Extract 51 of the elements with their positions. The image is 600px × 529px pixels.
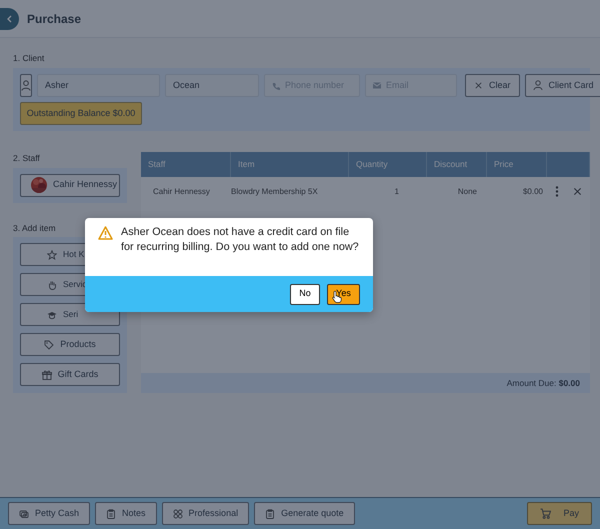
- pay-button[interactable]: Pay: [527, 502, 592, 525]
- table-cell-text: $0.00: [522, 186, 544, 198]
- column-header: Item: [238, 158, 255, 171]
- column-header: Quantity: [356, 158, 388, 171]
- page-title: Purchase: [27, 10, 82, 28]
- toolbar-button[interactable]: Generate quote: [254, 502, 355, 525]
- table-cell: Blowdry Membership 5X: [231, 186, 318, 198]
- phone-icon: [272, 82, 280, 90]
- toolbar-button[interactable]: Professional: [162, 502, 250, 525]
- person-button[interactable]: [20, 74, 32, 97]
- person-icon: [532, 80, 542, 90]
- toolbar-button[interactable]: Petty Cash: [8, 502, 90, 525]
- back-button[interactable]: [0, 8, 19, 30]
- chevron-left-icon: [6, 14, 14, 22]
- more-icon[interactable]: [555, 186, 559, 198]
- grid-icon: [172, 508, 183, 518]
- clear-button[interactable]: Clear: [465, 74, 520, 97]
- table-cell-text: None: [458, 186, 478, 198]
- star-icon: [47, 250, 57, 260]
- section-label: 3. Add item: [13, 222, 56, 234]
- dialog-message: Asher Ocean does not have a credit card on file for recurring billing. Do you want to add one now?: [121, 225, 359, 255]
- hand-icon: [47, 280, 57, 290]
- table-cell: Cahir Hennessy: [153, 186, 210, 198]
- client-card-button[interactable]: Client Card: [524, 74, 600, 97]
- add-item-button[interactable]: Gift Cards: [20, 363, 120, 386]
- cart-icon: [540, 508, 552, 519]
- table-cell-text: 1: [394, 186, 400, 198]
- section-label: 2. Staff: [13, 152, 40, 164]
- staff-button[interactable]: Cahir Hennessy: [20, 174, 120, 196]
- column-header: Staff: [148, 158, 166, 171]
- person-icon: [21, 80, 31, 91]
- cancel-button[interactable]: No: [290, 284, 320, 304]
- warning-icon: [98, 226, 113, 240]
- confirm-button[interactable]: Yes: [327, 284, 360, 304]
- column-header: Price: [494, 158, 514, 171]
- cash-icon: [19, 508, 29, 518]
- last-name-field[interactable]: Ocean: [165, 74, 259, 97]
- close-icon: [474, 80, 483, 90]
- column-header: Discount: [434, 158, 468, 171]
- gift-icon: [42, 370, 52, 380]
- section-label: 1. Client: [13, 52, 44, 65]
- graduation-cap-icon: [47, 310, 57, 320]
- tag-icon: [44, 340, 54, 350]
- outstanding-balance-button[interactable]: Outstanding Balance $0.00: [20, 102, 142, 125]
- clipboard-icon: [106, 508, 116, 518]
- close-icon[interactable]: [573, 187, 582, 196]
- add-item-button[interactable]: Products: [20, 333, 120, 356]
- amount-due: Amount Due: $0.00: [506, 376, 580, 390]
- toolbar-button[interactable]: Notes: [95, 502, 157, 525]
- clipboard-icon: [265, 508, 276, 518]
- first-name-field[interactable]: Asher: [37, 74, 160, 97]
